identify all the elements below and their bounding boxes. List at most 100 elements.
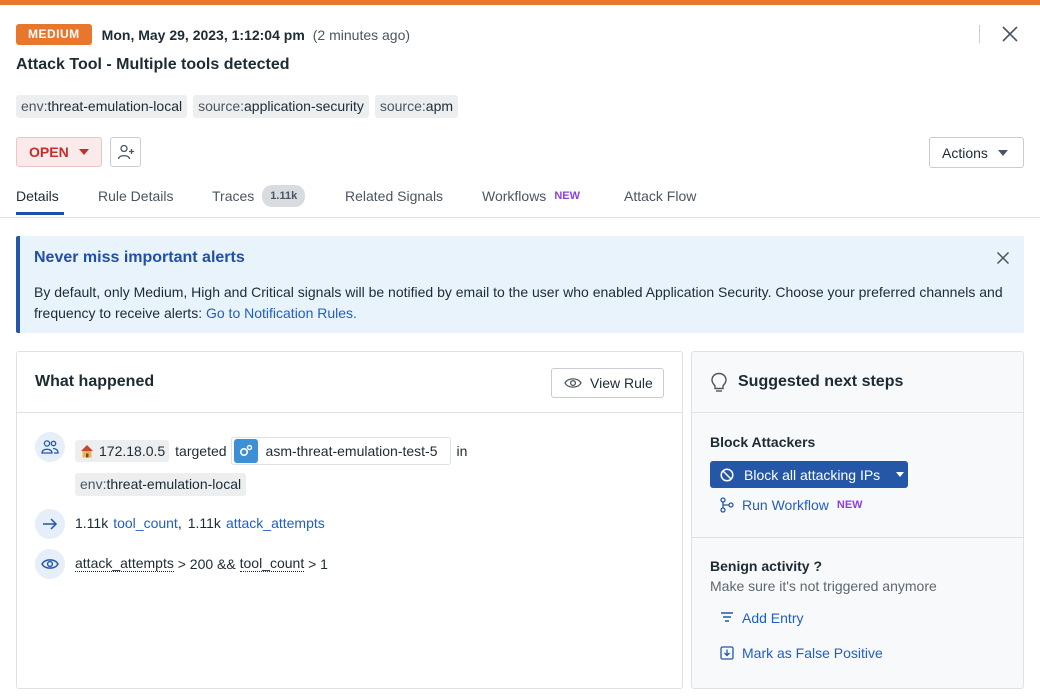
filter-list-icon (721, 612, 733, 622)
condition-operator: > 200 && (173, 555, 240, 572)
attack-summary-row: 172.18.0.5 targeted asm-threat-emulation… (75, 437, 467, 465)
banner-title: Never miss important alerts (34, 249, 245, 266)
panel-header: What happened View Rule (17, 352, 682, 413)
panel-title: What happened (35, 373, 155, 390)
add-entry-link[interactable]: Add Entry (720, 610, 803, 626)
view-rule-button[interactable]: View Rule (551, 368, 664, 398)
workflow-icon (720, 497, 734, 513)
tool-count-value: 1.11k (75, 515, 109, 531)
notification-banner: Never miss important alerts By default, … (16, 236, 1024, 333)
caret-down-icon (896, 472, 905, 477)
tag-key: env: (21, 98, 48, 114)
banner-body: By default, only Medium, High and Critic… (34, 284, 1003, 321)
tab-bar: Details Rule Details Traces 1.11k Related… (0, 178, 1040, 218)
banner-text: By default, only Medium, High and Critic… (34, 282, 1014, 324)
condition-row: attack_attempts > 200 && tool_count > 1 (75, 555, 328, 572)
what-happened-panel: What happened View Rule 172.18.0.5 targe (16, 351, 683, 689)
tag-source-appsec[interactable]: source:application-security (193, 95, 369, 118)
actions-dropdown[interactable]: Actions (929, 137, 1024, 168)
status-label: OPEN (29, 144, 69, 160)
panel-header: Suggested next steps (692, 352, 1023, 413)
benign-activity-subtitle: Make sure it's not triggered anymore (710, 578, 937, 594)
mark-false-positive-link[interactable]: Mark as False Positive (720, 645, 883, 661)
close-icon[interactable] (1000, 24, 1020, 44)
caret-down-icon (78, 149, 89, 155)
download-box-icon (720, 646, 734, 660)
condition-metric-a: attack_attempts (75, 555, 174, 572)
metrics-row: 1.11k tool_count , 1.11k attack_attempts (75, 515, 325, 531)
run-workflow-label: Run Workflow (742, 497, 829, 513)
tag-key: source: (198, 98, 245, 114)
tab-related-signals[interactable]: Related Signals (345, 188, 443, 204)
tab-label: Attack Flow (624, 188, 697, 204)
signal-timestamp: Mon, May 29, 2023, 1:12:04 pm (101, 26, 305, 43)
severity-badge: MEDIUM (16, 24, 92, 45)
attack-attempts-link[interactable]: attack_attempts (226, 515, 325, 531)
suggested-steps-panel: Suggested next steps Block Attackers Blo… (691, 351, 1024, 689)
tab-label: Traces (212, 188, 255, 204)
divider (979, 25, 980, 43)
tab-traces[interactable]: Traces 1.11k (212, 185, 306, 207)
severity-top-bar (0, 0, 1040, 5)
block-icon (720, 467, 734, 482)
new-badge: NEW (836, 499, 863, 511)
tag-value: apm (425, 98, 454, 114)
lightbulb-icon (711, 372, 727, 392)
tab-label: Related Signals (345, 188, 444, 204)
notification-rules-link[interactable]: Go to Notification Rules. (206, 305, 357, 321)
tag-value: threat-emulation-local (47, 98, 183, 114)
targeted-label: targeted (175, 443, 227, 459)
service-chip[interactable]: asm-threat-emulation-test-5 (230, 437, 451, 465)
condition-threshold: > 1 (304, 555, 328, 572)
tag-env[interactable]: env:threat-emulation-local (16, 95, 188, 118)
block-attackers-title: Block Attackers (710, 434, 816, 450)
tab-attack-flow[interactable]: Attack Flow (624, 188, 696, 204)
relative-time: (2 minutes ago) (312, 26, 411, 43)
false-positive-label: Mark as False Positive (742, 645, 883, 661)
block-button-label: Block all attacking IPs (744, 466, 881, 483)
tab-label: Rule Details (98, 188, 174, 204)
attack-attempts-value: 1.11k (187, 515, 221, 531)
tab-workflows[interactable]: Workflows NEW (482, 188, 580, 204)
view-rule-label: View Rule (590, 375, 653, 391)
benign-activity-title: Benign activity ? (710, 558, 823, 574)
divider (692, 537, 1023, 538)
tab-label: Workflows (482, 188, 547, 204)
header-controls (979, 24, 1020, 44)
signal-title: Attack Tool - Multiple tools detected (16, 56, 290, 73)
arrow-right-icon (35, 509, 65, 539)
service-name: asm-threat-emulation-test-5 (265, 443, 438, 459)
panel-title: Suggested next steps (738, 373, 904, 390)
new-badge: NEW (554, 190, 580, 202)
block-attacking-ips-button[interactable]: Block all attacking IPs (710, 461, 908, 488)
traces-count-badge: 1.11k (262, 185, 306, 207)
env-row: env:threat-emulation-local (75, 473, 247, 496)
add-entry-label: Add Entry (742, 610, 804, 626)
tag-source-apm[interactable]: source:apm (374, 95, 459, 118)
close-icon[interactable] (996, 251, 1010, 265)
in-label: in (456, 443, 468, 459)
condition-metric-b: tool_count (239, 555, 305, 572)
env-tag[interactable]: env:threat-emulation-local (75, 473, 247, 496)
tag-key: source: (379, 98, 426, 114)
assign-user-button[interactable] (110, 137, 141, 167)
tag-key: env: (80, 476, 107, 492)
tool-count-link[interactable]: tool_count (113, 515, 178, 531)
attacker-ip: 172.18.0.5 (99, 443, 166, 459)
eye-icon (564, 378, 582, 388)
tab-rule-details[interactable]: Rule Details (98, 188, 173, 204)
attacker-ip-chip[interactable]: 172.18.0.5 (75, 440, 170, 462)
service-gear-icon (233, 439, 258, 463)
status-dropdown[interactable]: OPEN (16, 137, 102, 167)
house-icon (81, 445, 93, 458)
tag-list: env:threat-emulation-local source:applic… (16, 95, 459, 118)
run-workflow-link[interactable]: Run Workflow NEW (720, 497, 863, 513)
active-tab-indicator (16, 212, 64, 215)
signal-header: MEDIUM Mon, May 29, 2023, 1:12:04 pm (2 … (16, 24, 410, 45)
caret-down-icon (997, 149, 1008, 156)
add-user-icon (117, 144, 134, 160)
eye-icon (35, 549, 65, 579)
actions-label: Actions (942, 144, 988, 161)
tag-value: threat-emulation-local (106, 476, 242, 492)
tab-details[interactable]: Details (16, 188, 59, 204)
